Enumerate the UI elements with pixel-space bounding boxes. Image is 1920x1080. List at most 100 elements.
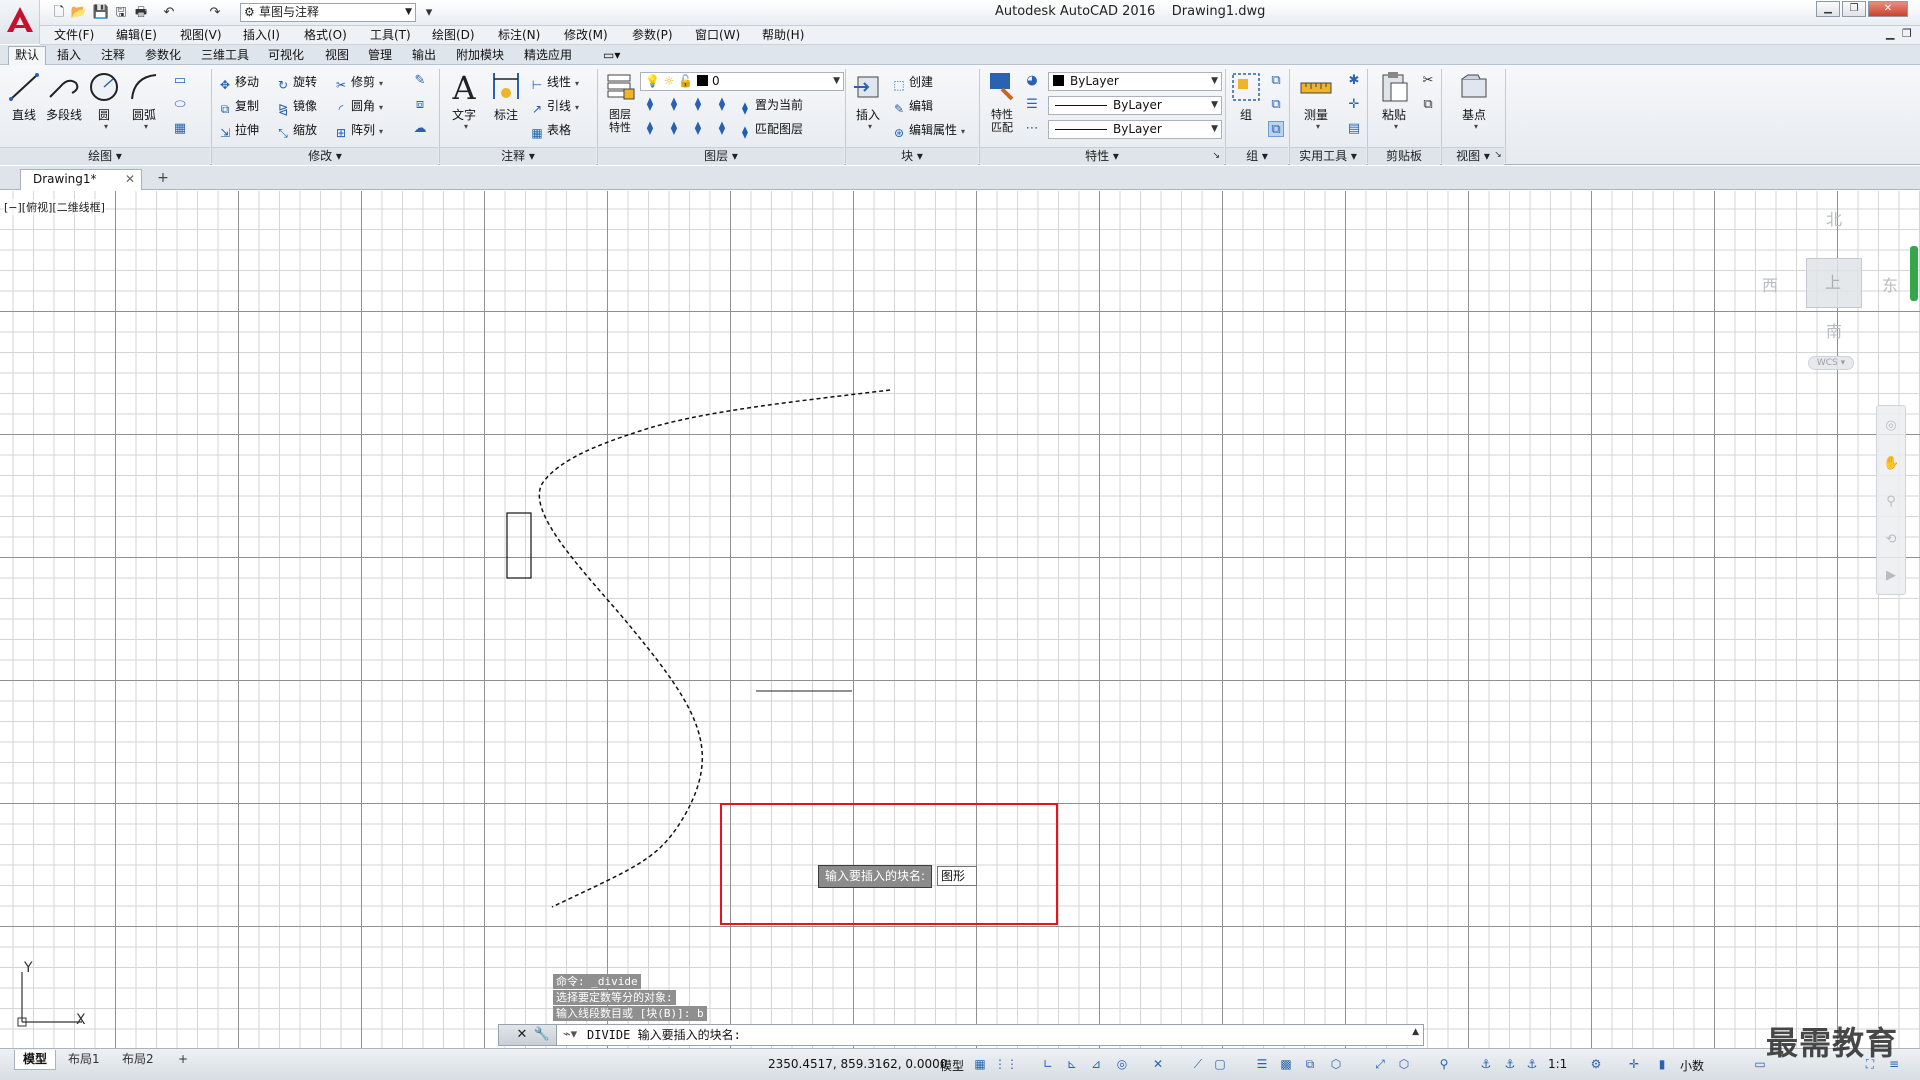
- menu-dimension[interactable]: 标注(N): [498, 27, 540, 44]
- coordinates-readout[interactable]: 2350.4517, 859.3162, 0.0000: [768, 1057, 947, 1071]
- wrench-icon[interactable]: 🔧: [533, 1026, 551, 1044]
- workspace-select[interactable]: ⚙ 草图与注释 ▼: [240, 3, 416, 22]
- block-panel-title[interactable]: 块 ▾: [846, 147, 978, 165]
- dimension-tool[interactable]: 标注: [486, 69, 526, 122]
- ribbon-minimize-icon[interactable]: ▭▾: [603, 47, 620, 63]
- trim-tool[interactable]: ✂ 修剪 ▾: [334, 73, 383, 92]
- transparency-icon[interactable]: ▢: [1212, 1056, 1228, 1072]
- doc-restore-icon[interactable]: ❐: [1902, 27, 1912, 40]
- tab-default[interactable]: 默认: [8, 46, 47, 65]
- command-line[interactable]: ✕ 🔧 ⌁▾ DIVIDE 输入要插入的块名: ▲: [498, 1024, 1424, 1046]
- showmotion-icon[interactable]: ▶: [1883, 568, 1899, 584]
- calculator-icon[interactable]: ▤: [1346, 121, 1362, 137]
- annotation-scale-list-icon[interactable]: ⚓: [1524, 1056, 1540, 1072]
- create-block-tool[interactable]: ⬚ 创建: [892, 73, 933, 92]
- menu-insert[interactable]: 插入(I): [243, 27, 280, 44]
- measure-tool[interactable]: 测量 ▾: [1296, 69, 1336, 131]
- menu-help[interactable]: 帮助(H): [762, 27, 804, 44]
- lineweight-icon[interactable]: ☰: [1024, 97, 1040, 113]
- menu-window[interactable]: 窗口(W): [695, 27, 740, 44]
- menu-format[interactable]: 格式(O): [304, 27, 347, 44]
- save-as-icon[interactable]: 🖫: [112, 4, 130, 22]
- edit-block-tool[interactable]: ✎ 编辑: [892, 97, 933, 116]
- grid-icon[interactable]: ▦: [972, 1056, 988, 1072]
- layout-tab-1[interactable]: 布局1: [60, 1050, 108, 1070]
- paste-tool[interactable]: 粘贴 ▾: [1374, 69, 1414, 131]
- layout-tab-model[interactable]: 模型: [14, 1050, 57, 1070]
- linetype-select[interactable]: ByLayer ▼: [1048, 96, 1222, 115]
- viewcube-west[interactable]: 西: [1762, 272, 1778, 296]
- text-tool[interactable]: A 文字 ▾: [444, 69, 484, 131]
- tab-addins[interactable]: 附加模块: [456, 47, 504, 63]
- new-tab-button[interactable]: +: [152, 170, 174, 188]
- wcs-menu[interactable]: WCS ▾: [1808, 356, 1854, 370]
- edit-attributes-tool[interactable]: ⊛ 编辑属性 ▾: [892, 121, 965, 140]
- layer-off-icon[interactable]: ⧫: [642, 97, 658, 113]
- gizmo-icon[interactable]: ⬡: [1396, 1056, 1412, 1072]
- utilities-panel-title[interactable]: 实用工具 ▾: [1290, 147, 1366, 165]
- close-icon[interactable]: ✕: [125, 170, 135, 189]
- plot-icon[interactable]: 🖶: [132, 4, 150, 22]
- command-line-grip[interactable]: ✕ 🔧: [499, 1025, 557, 1045]
- application-menu-button[interactable]: [0, 0, 40, 44]
- viewcube-east[interactable]: 东: [1882, 272, 1898, 296]
- viewcube-south[interactable]: 南: [1826, 318, 1842, 342]
- table-tool[interactable]: ▦ 表格: [530, 121, 571, 140]
- tab-visualize[interactable]: 可视化: [268, 47, 304, 63]
- customize-toolbar-icon[interactable]: ▾: [420, 4, 438, 22]
- file-tab-drawing1[interactable]: Drawing1* ✕: [20, 169, 142, 190]
- viewcube[interactable]: 北 西 东 南 上 WCS ▾: [1752, 206, 1902, 376]
- layer-freeze-icon[interactable]: ⧫: [690, 97, 706, 113]
- doc-minimize-icon[interactable]: ▁: [1886, 27, 1894, 40]
- tab-featured-apps[interactable]: 精选应用: [524, 47, 572, 63]
- object-snap-tracking-icon[interactable]: ◎: [1114, 1056, 1130, 1072]
- layer-on-icon[interactable]: ⧫: [642, 121, 658, 137]
- new-file-icon[interactable]: 🗋: [50, 4, 68, 22]
- chevron-down-icon[interactable]: ▾: [128, 122, 164, 131]
- maximize-button[interactable]: ❐: [1842, 1, 1866, 17]
- annotation-visibility-icon[interactable]: ⚲: [1436, 1056, 1452, 1072]
- menu-draw[interactable]: 绘图(D): [432, 27, 475, 44]
- clipboard-panel-title[interactable]: 剪贴板: [1368, 147, 1440, 165]
- scale-tool[interactable]: ⤡ 缩放: [276, 121, 317, 140]
- menu-file[interactable]: 文件(F): [54, 27, 94, 44]
- linetype-icon[interactable]: ⋯: [1024, 121, 1040, 137]
- group-selection-icon[interactable]: ⧉: [1268, 121, 1284, 137]
- dynamic-input-field[interactable]: 图形: [937, 866, 977, 886]
- viewcube-top-face[interactable]: 上: [1806, 258, 1862, 308]
- lineweight-display-icon[interactable]: ⟋: [1190, 1056, 1206, 1072]
- layer-properties-tool[interactable]: 图层 特性: [598, 69, 642, 134]
- offset-icon[interactable]: ⧈: [412, 97, 428, 113]
- layer-lock-icon[interactable]: ⧫: [714, 97, 730, 113]
- viewcube-north[interactable]: 北: [1826, 206, 1842, 230]
- 3d-osnap-icon[interactable]: ⬡: [1328, 1056, 1344, 1072]
- line-tool[interactable]: 直线: [4, 69, 44, 122]
- set-current-layer-tool[interactable]: ⧫ 置为当前: [738, 96, 803, 115]
- menu-parametric[interactable]: 参数(P): [632, 27, 673, 44]
- pan-icon[interactable]: ✋: [1883, 456, 1899, 472]
- add-layout-icon[interactable]: +: [170, 1050, 196, 1070]
- workspace-gear-icon[interactable]: ⚙: [1588, 1056, 1604, 1072]
- draw-panel-title[interactable]: 绘图 ▾: [0, 147, 210, 165]
- selection-cycling-icon[interactable]: ☰: [1254, 1056, 1270, 1072]
- rectangle-icon[interactable]: ▭: [172, 73, 188, 89]
- open-file-icon[interactable]: 📂: [70, 4, 88, 22]
- snap-icon[interactable]: ⋮⋮: [994, 1056, 1018, 1072]
- dynamic-ucs-icon[interactable]: ⤢: [1372, 1056, 1388, 1072]
- circle-tool[interactable]: 圆 ▾: [84, 69, 124, 131]
- copy-tool[interactable]: ⧉ 复制: [218, 97, 259, 116]
- arc-tool[interactable]: 圆弧 ▾: [124, 69, 164, 131]
- isodraft-icon[interactable]: ⊿: [1088, 1056, 1104, 1072]
- viewcube-scroll-handle[interactable]: [1910, 246, 1918, 301]
- properties-panel-title[interactable]: 特性 ▾ ↘: [980, 147, 1224, 165]
- menu-tools[interactable]: 工具(T): [370, 27, 411, 44]
- stretch-tool[interactable]: ⇲ 拉伸: [218, 121, 259, 140]
- base-point-tool[interactable]: 基点 ▾: [1454, 69, 1494, 131]
- tab-annotate[interactable]: 注释: [101, 47, 125, 63]
- units-icon[interactable]: ⧉: [1302, 1056, 1318, 1072]
- annotation-panel-title[interactable]: 注释 ▾: [440, 147, 596, 165]
- model-space-toggle[interactable]: 模型: [940, 1057, 964, 1074]
- ellipse-icon[interactable]: ⬭: [172, 97, 188, 113]
- group-tool[interactable]: 组: [1228, 69, 1264, 122]
- point-icon[interactable]: ✛: [1346, 97, 1362, 113]
